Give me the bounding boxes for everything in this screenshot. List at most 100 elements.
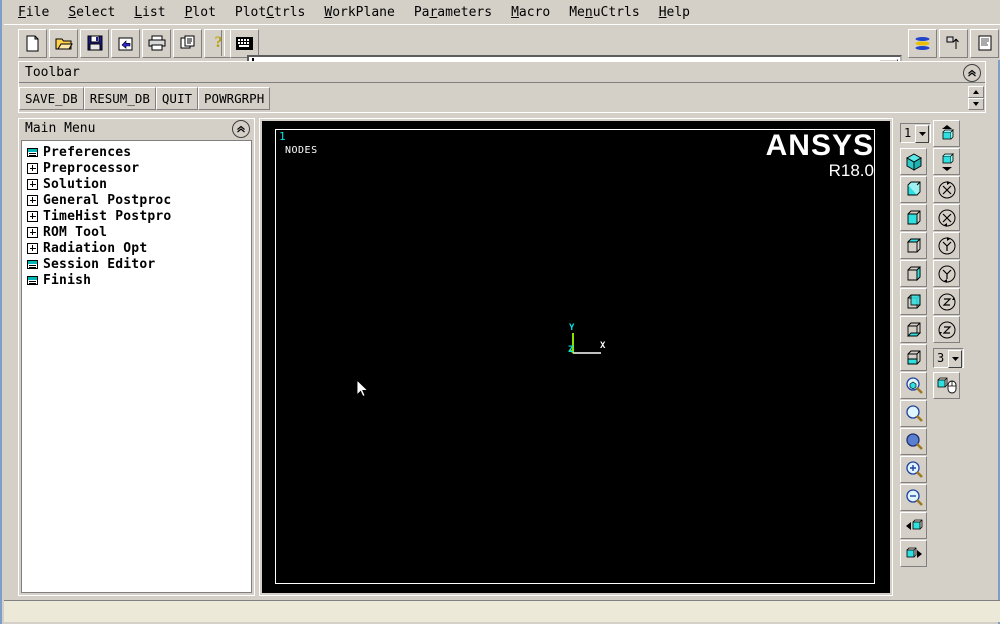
menu-macro[interactable]: Macro bbox=[511, 5, 550, 20]
status-bar bbox=[4, 600, 1000, 622]
menu-select[interactable]: Select bbox=[68, 5, 115, 20]
chevron-down-icon[interactable] bbox=[915, 125, 929, 143]
main-menu-item-solution[interactable]: Solution bbox=[22, 176, 251, 192]
main-menu-item-general-postproc[interactable]: General Postproc bbox=[22, 192, 251, 208]
menu-file[interactable]: File bbox=[18, 5, 49, 20]
annotation-select[interactable]: 3 bbox=[933, 348, 964, 368]
main-menu-item-label: General Postproc bbox=[43, 192, 172, 208]
graphics-window-number: 1 bbox=[279, 130, 286, 143]
double-chevron-up-icon[interactable] bbox=[232, 120, 250, 138]
oblique-view-icon[interactable] bbox=[900, 176, 927, 203]
isometric-view-icon[interactable] bbox=[900, 148, 927, 175]
toolbar-button-powrgrph[interactable]: POWRGRPH bbox=[198, 86, 271, 110]
main-menu-item-label: ROM Tool bbox=[43, 224, 108, 240]
expand-plus-icon[interactable] bbox=[27, 178, 38, 190]
mouse-pointer-icon bbox=[356, 378, 370, 402]
top-view-icon[interactable] bbox=[900, 232, 927, 259]
report-icon[interactable] bbox=[173, 28, 202, 58]
menu-list[interactable]: List bbox=[134, 5, 165, 20]
coordinate-triad-icon: Y X Z bbox=[567, 321, 613, 361]
svg-text:X: X bbox=[600, 341, 606, 351]
save-icon[interactable] bbox=[80, 28, 109, 58]
menu-workplane[interactable]: WorkPlane bbox=[324, 5, 394, 20]
rotate-z-plus-icon[interactable] bbox=[933, 288, 960, 315]
main-menu-tree: Preferences Preprocessor Solution Genera… bbox=[21, 140, 252, 593]
menu-help[interactable]: Help bbox=[659, 5, 690, 20]
ansys-logo-revision: R18.0 bbox=[828, 161, 874, 180]
menu-menuctrls[interactable]: MenuCtrls bbox=[569, 5, 639, 20]
double-chevron-up-icon[interactable] bbox=[963, 64, 981, 82]
main-menu-header: Main Menu bbox=[19, 119, 254, 139]
rotate-x-plus-icon[interactable] bbox=[933, 176, 960, 203]
graphics-window[interactable]: 1 NODES ANSYS R18.0 Y X Z bbox=[262, 121, 890, 593]
rotate-y-plus-icon[interactable] bbox=[933, 232, 960, 259]
toolbar-spinner[interactable] bbox=[968, 86, 984, 110]
menu-parameters[interactable]: Parameters bbox=[414, 5, 492, 20]
expand-plus-icon[interactable] bbox=[27, 210, 38, 222]
ansys-logo: ANSYS R18.0 bbox=[766, 131, 874, 180]
main-menu-item-radiation-opt[interactable]: Radiation Opt bbox=[22, 240, 251, 256]
menu-plotctrls[interactable]: PlotCtrls bbox=[235, 5, 305, 20]
expand-plus-icon[interactable] bbox=[27, 194, 38, 206]
main-menu-item-rom-tool[interactable]: ROM Tool bbox=[22, 224, 251, 240]
zoom-back-icon[interactable] bbox=[900, 428, 927, 455]
rotate-z-minus-icon[interactable] bbox=[933, 316, 960, 343]
main-menu-item-preprocessor[interactable]: Preprocessor bbox=[22, 160, 251, 176]
view-control-toolbar: 1 3 bbox=[898, 118, 984, 596]
contour-icon[interactable] bbox=[908, 28, 937, 58]
rotate-x-minus-icon[interactable] bbox=[933, 204, 960, 231]
pan-right-icon[interactable] bbox=[900, 540, 927, 567]
icon-toolbar: ? bbox=[4, 24, 1000, 76]
caret-down-icon[interactable] bbox=[968, 98, 984, 110]
rotate-y-minus-icon[interactable] bbox=[933, 260, 960, 287]
ansys-apdl-window: File Select List Plot PlotCtrls WorkPlan… bbox=[0, 0, 1000, 624]
main-menu-item-label: Finish bbox=[43, 272, 92, 288]
main-menu-item-session-editor[interactable]: Session Editor bbox=[22, 256, 251, 272]
dynamic-mode-icon[interactable] bbox=[933, 372, 960, 399]
new-file-icon[interactable] bbox=[18, 28, 47, 58]
toolbar-button-quit[interactable]: QUIT bbox=[155, 86, 199, 110]
back-view-icon[interactable] bbox=[900, 288, 927, 315]
toolbar-button-save-db[interactable]: SAVE_DB bbox=[19, 86, 84, 110]
pan-up-icon[interactable] bbox=[933, 120, 960, 147]
graphics-window-frame: 1 NODES ANSYS R18.0 Y X Z bbox=[259, 118, 893, 596]
print-icon[interactable] bbox=[142, 28, 171, 58]
output-window-icon[interactable] bbox=[970, 28, 999, 58]
pan-left-icon[interactable] bbox=[900, 512, 927, 539]
expand-plus-icon[interactable] bbox=[27, 242, 38, 254]
zoom-box-icon[interactable] bbox=[900, 372, 927, 399]
main-menu-item-timehist-postpro[interactable]: TimeHist Postpro bbox=[22, 208, 251, 224]
graphics-plot-title: NODES bbox=[285, 145, 318, 156]
caret-up-icon[interactable] bbox=[968, 86, 984, 98]
main-menu-item-label: Preferences bbox=[43, 144, 132, 160]
main-menu-item-preferences[interactable]: Preferences bbox=[22, 144, 251, 160]
window-number-select[interactable]: 1 bbox=[900, 123, 931, 143]
expand-plus-icon[interactable] bbox=[27, 226, 38, 238]
left-view-icon[interactable] bbox=[900, 344, 927, 371]
svg-text:Y: Y bbox=[569, 323, 575, 333]
main-menu-title: Main Menu bbox=[25, 121, 96, 136]
dialog-icon bbox=[27, 275, 38, 285]
keyboard-icon[interactable] bbox=[230, 28, 259, 58]
expand-plus-icon[interactable] bbox=[27, 162, 38, 174]
bottom-view-icon[interactable] bbox=[900, 316, 927, 343]
reset-picking-icon[interactable] bbox=[939, 28, 968, 58]
main-menu-panel: Main Menu Preferences Preprocessor Solut… bbox=[18, 118, 255, 596]
dialog-icon bbox=[27, 259, 38, 269]
front-view-icon[interactable] bbox=[900, 204, 927, 231]
resume-db-icon[interactable] bbox=[111, 28, 140, 58]
menu-plot[interactable]: Plot bbox=[185, 5, 216, 20]
svg-text:Z: Z bbox=[568, 345, 574, 355]
toolbar-button-resum-db[interactable]: RESUM_DB bbox=[83, 86, 156, 110]
zoom-out-icon[interactable] bbox=[900, 484, 927, 511]
toolbar-panel-header: Toolbar bbox=[19, 62, 985, 83]
right-view-icon[interactable] bbox=[900, 260, 927, 287]
toolbar-panel: Toolbar SAVE_DB RESUM_DB QUIT POWRGRPH bbox=[18, 61, 986, 113]
open-folder-icon[interactable] bbox=[49, 28, 78, 58]
zoom-window-icon[interactable] bbox=[900, 400, 927, 427]
pan-down-icon[interactable] bbox=[933, 148, 960, 175]
main-menu-item-finish[interactable]: Finish bbox=[22, 272, 251, 288]
main-menu-item-label: TimeHist Postpro bbox=[43, 208, 172, 224]
zoom-in-icon[interactable] bbox=[900, 456, 927, 483]
chevron-down-icon[interactable] bbox=[948, 350, 962, 368]
